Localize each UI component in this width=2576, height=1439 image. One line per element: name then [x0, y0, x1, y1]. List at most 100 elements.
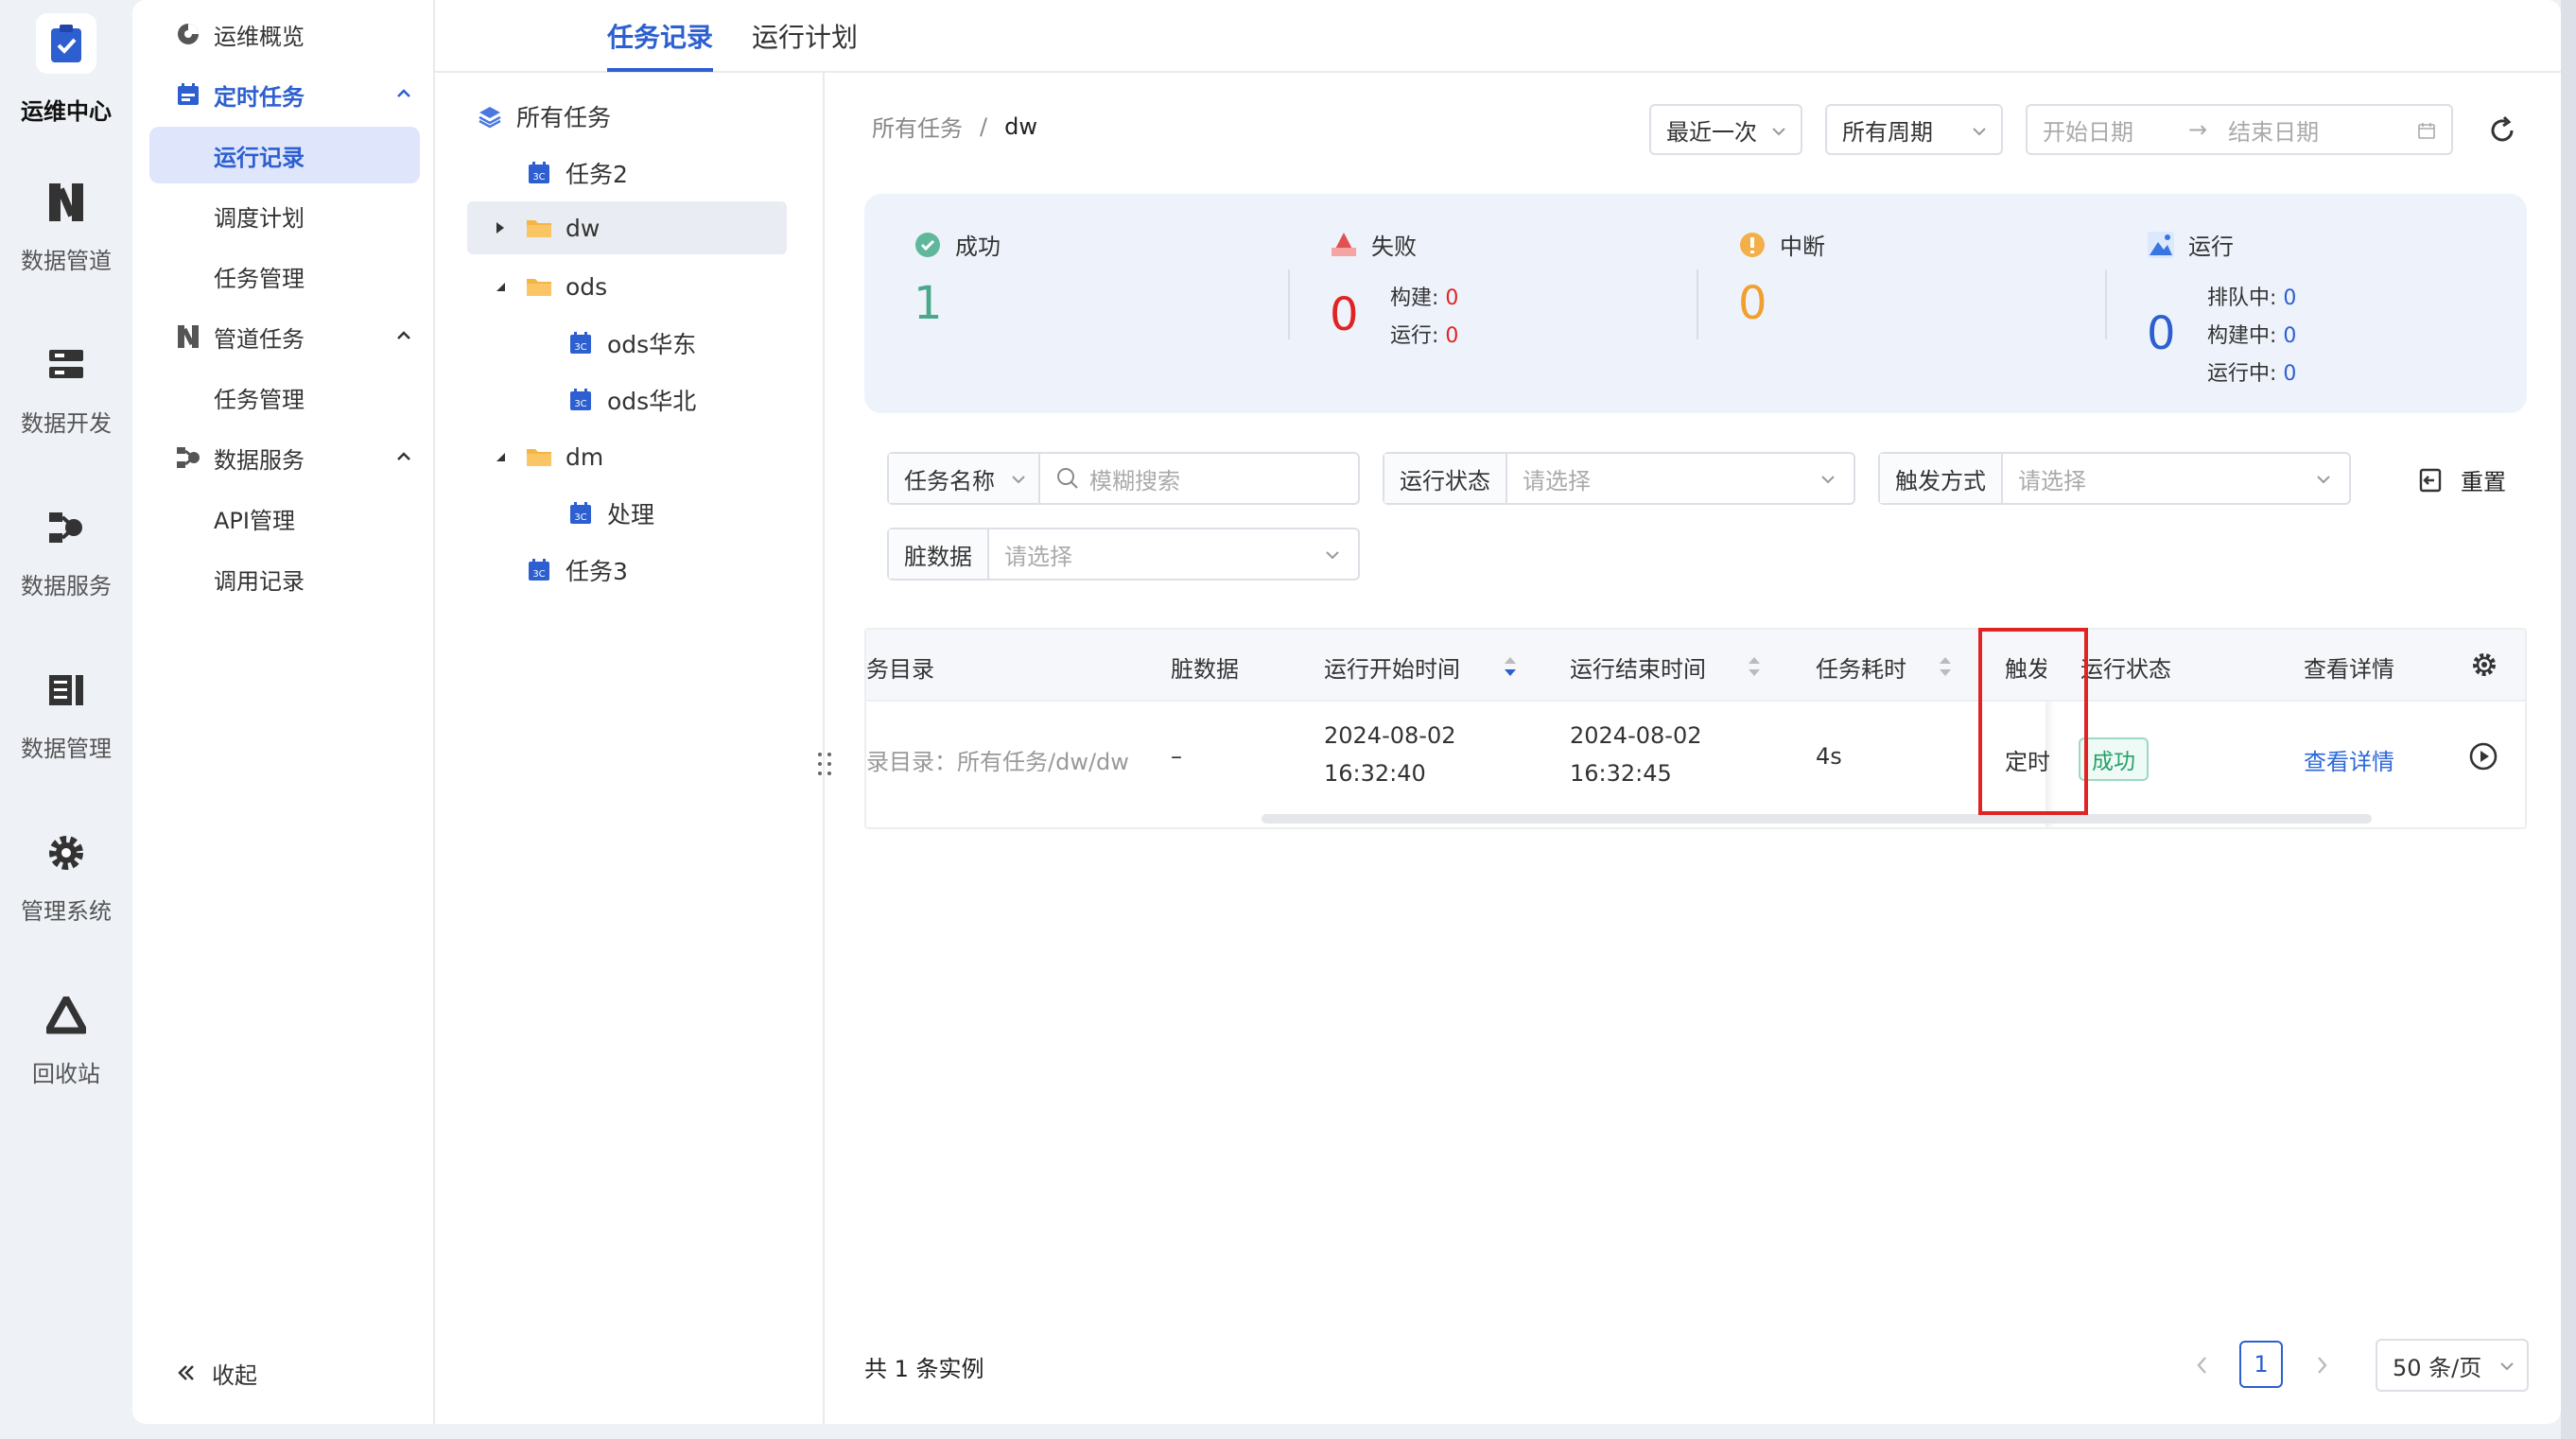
rail-label: 回收站 — [32, 1061, 100, 1087]
task-file-icon: 3C — [526, 160, 552, 186]
page-size-select[interactable]: 50 条/页 — [2376, 1339, 2529, 1392]
dirty-data-filter[interactable]: 脏数据 请选择 — [887, 528, 1360, 581]
date-range-picker[interactable]: 开始日期 → 结束日期 — [2026, 104, 2453, 155]
start-date-input[interactable]: 开始日期 — [2043, 113, 2133, 147]
tab-task-records[interactable]: 任务记录 — [607, 17, 713, 55]
run-status-select[interactable]: 请选择 — [1507, 454, 1854, 503]
menu-item-api-management[interactable]: API管理 — [214, 490, 295, 546]
menu-item-run-records[interactable]: 运行记录 — [149, 127, 420, 183]
menu-item-call-records[interactable]: 调用记录 — [214, 550, 305, 607]
server-stack-icon — [44, 342, 89, 388]
rail-item-data-management[interactable]: 数据管理 — [0, 667, 132, 763]
tree-node-dm[interactable]: dm — [496, 430, 604, 483]
pipeline-icon — [174, 322, 202, 351]
page-1-button[interactable]: 1 — [2239, 1341, 2283, 1388]
run-status-filter[interactable]: 运行状态 请选择 — [1383, 452, 1855, 505]
tree-node-process[interactable]: 3C 处理 — [567, 487, 654, 540]
tree-label: 任务3 — [566, 558, 628, 585]
stat-success-title: 成功 — [914, 228, 1001, 261]
calendar-icon — [2418, 123, 2435, 139]
rail-label: 数据服务 — [21, 573, 112, 599]
tree-node-ods[interactable]: ods — [496, 260, 607, 313]
sort-icon[interactable] — [1937, 652, 1954, 681]
refresh-icon[interactable] — [2487, 115, 2517, 146]
tab-run-plan[interactable]: 运行计划 — [752, 17, 858, 55]
run-status-label: 运行状态 — [1384, 454, 1507, 503]
tree-node-all-tasks[interactable]: 所有任务 — [477, 90, 611, 143]
cell-dir: 录目录：所有任务/dw/dw — [866, 749, 1129, 775]
rail-item-pipeline[interactable]: 数据管道 — [0, 180, 132, 275]
menu-item-schedule-plan[interactable]: 调度计划 — [214, 187, 305, 244]
menu-group-pipeline[interactable]: 管道任务 — [174, 308, 429, 365]
chevron-down-icon — [1973, 128, 1986, 136]
stat-interrupt-title: 中断 — [1738, 228, 1825, 261]
recent-select[interactable]: 最近一次 — [1649, 104, 1802, 155]
tree-node-ods-east[interactable]: 3C ods华东 — [567, 317, 696, 370]
prev-page-icon[interactable] — [2194, 1354, 2211, 1377]
task-name-filter[interactable]: 任务名称 模糊搜索 — [887, 452, 1360, 505]
tree-label: dm — [566, 442, 604, 471]
caret-down-icon[interactable] — [492, 448, 509, 465]
rail-item-recycle[interactable]: 回收站 — [0, 993, 132, 1088]
task-file-icon: 3C — [567, 330, 594, 356]
caret-right-icon[interactable] — [492, 219, 509, 236]
tree-label: 处理 — [607, 501, 655, 529]
reset-icon — [2419, 468, 2442, 492]
splitter-handle-icon[interactable] — [815, 751, 834, 777]
sort-desc-icon[interactable] — [1502, 652, 1519, 681]
caret-down-icon[interactable] — [492, 278, 509, 295]
svg-text:3C: 3C — [574, 342, 586, 353]
play-circle-icon[interactable] — [2468, 741, 2498, 772]
task-file-icon: 3C — [526, 557, 552, 583]
active-tab-indicator — [607, 68, 713, 72]
col-header-duration: 任务耗时 — [1816, 656, 1906, 683]
stat-interrupt-value: 0 — [1738, 277, 1767, 330]
table-row[interactable]: 录目录：所有任务/dw/dw – 2024-08-02 16:32:40 202… — [866, 702, 2525, 827]
cell-duration: 4s — [1816, 743, 1842, 770]
tree-node-task3[interactable]: 3C 任务3 — [526, 544, 628, 597]
menu-group-data-service[interactable]: 数据服务 — [174, 429, 429, 486]
folder-icon — [526, 443, 552, 470]
next-page-icon[interactable] — [2313, 1354, 2330, 1377]
cell-end-date: 2024-08-02 — [1570, 722, 1702, 749]
page-size-value: 50 条/页 — [2393, 1354, 2482, 1381]
name-type-select[interactable]: 任务名称 — [889, 454, 1040, 503]
tree-node-dw[interactable]: dw — [467, 201, 787, 254]
dirty-data-select[interactable]: 请选择 — [989, 529, 1358, 579]
menu-item-pipeline-task-management[interactable]: 任务管理 — [214, 369, 305, 425]
task-file-icon: 3C — [567, 387, 594, 413]
tree-label: ods华北 — [607, 388, 697, 415]
column-settings-gear-icon[interactable] — [2470, 650, 2498, 679]
menu-item-task-management[interactable]: 任务管理 — [214, 248, 305, 304]
tree-node-ods-north[interactable]: 3C ods华北 — [567, 373, 696, 426]
rail-item-data-dev[interactable]: 数据开发 — [0, 342, 132, 438]
rail-item-data-service[interactable]: 数据服务 — [0, 505, 132, 600]
breadcrumb-separator: / — [980, 113, 988, 140]
tree-node-task2[interactable]: 3C 任务2 — [526, 147, 628, 199]
task-tree: 所有任务 3C 任务2 dw ods 3C ods华东 3C ods华北 dm — [435, 73, 825, 1424]
breadcrumb-parent[interactable]: 所有任务 — [872, 110, 963, 143]
menu-item-overview[interactable]: 运维概览 — [174, 6, 429, 62]
chevron-down-icon — [1012, 476, 1025, 484]
svg-text:3C: 3C — [574, 512, 586, 523]
period-select[interactable]: 所有周期 — [1825, 104, 2003, 155]
rail-label: 运维中心 — [21, 98, 112, 125]
window-edge — [2561, 0, 2576, 1439]
pie-chart-icon — [174, 20, 202, 48]
trigger-filter[interactable]: 触发方式 请选择 — [1878, 452, 2351, 505]
trigger-select[interactable]: 请选择 — [2003, 454, 2349, 503]
stat-fail-value: 0 — [1330, 288, 1359, 341]
horizontal-scrollbar[interactable] — [1262, 814, 2372, 824]
rail-item-ops-center[interactable]: 运维中心 — [0, 13, 132, 126]
menu-label: 数据服务 — [214, 446, 305, 474]
stat-fail-build: 构建: 0 — [1390, 286, 1459, 310]
collapse-menu-button[interactable]: 收起 — [172, 1344, 257, 1401]
end-date-input[interactable]: 结束日期 — [2228, 113, 2319, 147]
sort-icon[interactable] — [1746, 652, 1763, 681]
rail-item-system[interactable]: 管理系统 — [0, 830, 132, 926]
layers-icon — [477, 103, 503, 130]
search-input[interactable]: 模糊搜索 — [1040, 454, 1358, 503]
view-detail-link[interactable]: 查看详情 — [2304, 743, 2394, 776]
menu-group-scheduled[interactable]: 定时任务 — [174, 66, 429, 123]
reset-button[interactable]: 重置 — [2417, 463, 2506, 496]
